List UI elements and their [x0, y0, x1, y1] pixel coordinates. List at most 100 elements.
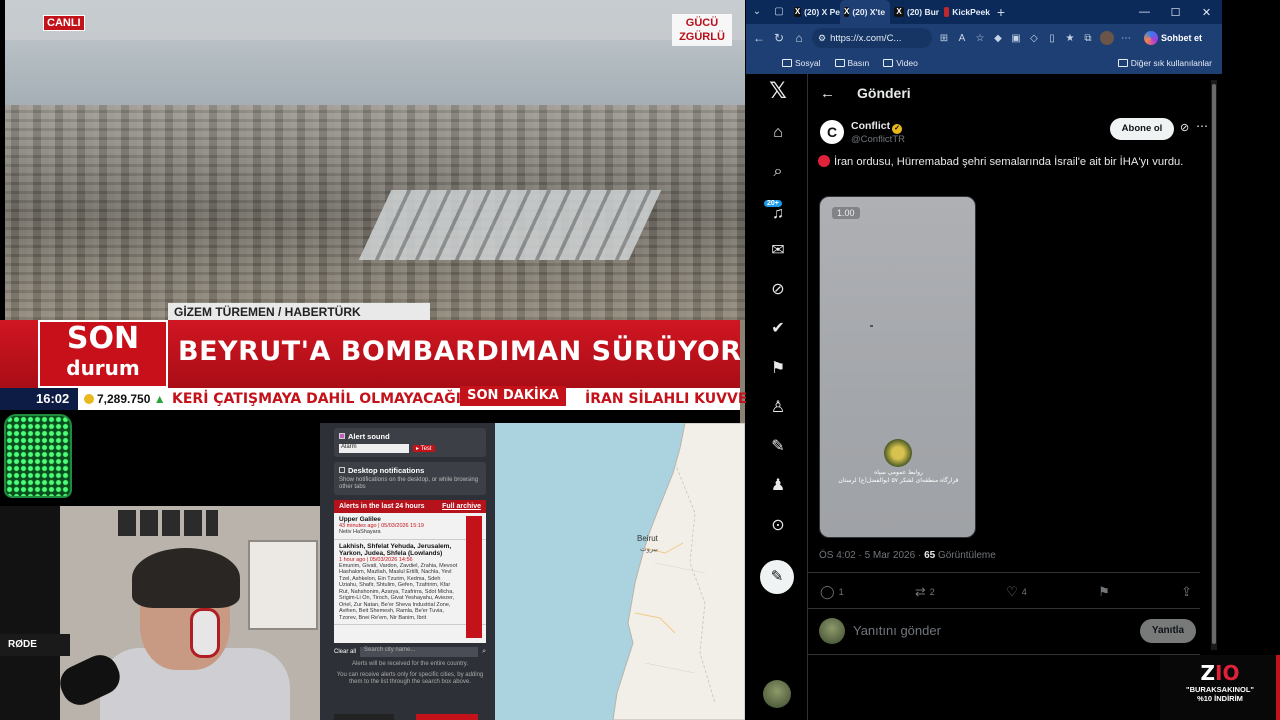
bist-value: 7,289.750	[97, 392, 151, 406]
post-meta: ÖS 4:02 · 5 Mar 2026 · 65 Görüntüleme	[819, 550, 996, 561]
other-bookmarks[interactable]: Diğer sık kullanılanlar	[1117, 58, 1212, 68]
desktop-notifications-checkbox[interactable]	[339, 467, 345, 473]
reply-input[interactable]: Yanıtını gönder	[853, 623, 941, 638]
premium-icon[interactable]: ♙	[768, 398, 788, 418]
articles-icon[interactable]: ✎	[768, 437, 788, 457]
clear-all-button[interactable]: Clear all	[334, 649, 356, 655]
verified-orgs-icon[interactable]: ✔	[768, 319, 788, 339]
sponsor-brand-accent: IO	[1215, 661, 1240, 685]
notifications-icon[interactable]: ♫	[768, 204, 788, 224]
profile-avatar[interactable]	[1100, 31, 1114, 45]
tab-x-1[interactable]: X (20) X Pe	[790, 0, 840, 24]
minimize-icon[interactable]: —	[1129, 6, 1160, 19]
bookmarks-bar: Sosyal Basın Video Diğer sık kullanılanl…	[746, 52, 1222, 74]
alerts-bottom-buttons	[334, 714, 486, 720]
extension-icon[interactable]: ◇	[1028, 33, 1040, 44]
x-logo-icon[interactable]: 𝕏	[768, 81, 788, 103]
scrollbar-thumb[interactable]	[1212, 84, 1216, 644]
back-arrow-icon[interactable]: ←	[820, 85, 835, 102]
favorite-star-icon[interactable]: ☆	[974, 33, 986, 44]
tab-actions-icon[interactable]: ⌄	[746, 0, 768, 24]
screen: CANLI GÜCÜ ZGÜRLÜ GİZEM TÜREMEN / HABERT…	[0, 0, 1280, 720]
address-bar: ← ↻ ⌂ ⚙ https://x.com/C... ⊞ A ☆ ◆ ▣ ◇ ▯…	[746, 24, 1222, 52]
split-screen-icon[interactable]: ⊞	[938, 33, 950, 44]
repost-icon: ⇄	[914, 584, 926, 599]
post-timestamp[interactable]: ÖS 4:02 · 5 Mar 2026 ·	[819, 550, 924, 561]
repost-button[interactable]: ⇄ 2	[915, 584, 935, 600]
more-options-icon[interactable]: ⋯	[1196, 119, 1208, 133]
subscribe-button[interactable]: Abone ol	[1110, 118, 1174, 140]
like-button[interactable]: ♡ 4	[1006, 584, 1027, 600]
maximize-icon[interactable]: ☐	[1160, 6, 1191, 19]
back-icon[interactable]: ←	[752, 31, 766, 45]
post-text: İran ordusu, Hürremabad şehri semalarınd…	[818, 154, 1198, 171]
tab-x-3[interactable]: X (20) Bur	[890, 0, 940, 24]
page-title: Gönderi	[857, 85, 911, 101]
sidebar-icon[interactable]: ▯	[1046, 33, 1058, 44]
reply-icon: ◯	[820, 584, 835, 599]
promo-code: "BURAKSAKINOL"	[1186, 685, 1254, 694]
test-button[interactable]: ▸ Test	[413, 445, 435, 452]
right-margin	[1222, 0, 1280, 720]
reply-button[interactable]: ◯ 1	[820, 584, 844, 600]
home-icon[interactable]: ⌂	[792, 31, 806, 45]
full-archive-link[interactable]: Full archive	[442, 503, 481, 510]
x-favicon-icon: X	[794, 7, 802, 17]
copilot-icon	[1144, 31, 1158, 45]
bottom-button-red[interactable]	[415, 714, 478, 720]
desktop-notifications-label: Desktop notifications	[348, 466, 425, 475]
alert-sound-checkbox[interactable]	[339, 433, 345, 439]
tab-kickpeek[interactable]: KickPeek	[940, 0, 990, 24]
share-icon: ⇪	[1181, 584, 1192, 599]
more-icon[interactable]: ⊙	[768, 516, 788, 536]
alert-panel: Alert sound Alarm ▸ Test Desktop notific…	[334, 428, 486, 720]
grok-icon[interactable]: ⊘	[768, 280, 788, 300]
reply-submit-button[interactable]: Yanıtla	[1140, 619, 1196, 643]
collections-icon[interactable]: ⧉	[1082, 33, 1094, 44]
list-item[interactable]: Upper Galilee 43 minutes ago | 05/03/202…	[334, 513, 486, 540]
list-item[interactable]: Lakhish, Shfelat Yehuda, Jerusalem, Yark…	[334, 540, 486, 625]
url-field[interactable]: ⚙ https://x.com/C...	[812, 28, 932, 48]
x-favicon-icon: X	[844, 7, 850, 17]
search-icon[interactable]: ⌕	[768, 162, 788, 182]
close-window-icon[interactable]: ✕	[1191, 6, 1222, 19]
map-label-beirut: Beirut	[637, 534, 658, 543]
tab-x-active[interactable]: X(20) X'te✕	[840, 0, 890, 24]
copilot-chat-button[interactable]: Sohbet et	[1144, 31, 1202, 45]
extension-icon[interactable]: ◆	[992, 33, 1004, 44]
reply-avatar	[819, 618, 845, 644]
favorites-icon[interactable]: ★	[1064, 33, 1076, 44]
solar-panels	[358, 190, 662, 260]
lebanon-map[interactable]	[495, 423, 745, 720]
author-handle[interactable]: @ConflictTR	[851, 134, 905, 145]
site-info-icon[interactable]: ⚙	[818, 33, 826, 44]
bookmark-button[interactable]: ⚑	[1098, 584, 1110, 600]
alert-sound-select[interactable]: Alarm	[339, 444, 409, 453]
bookmarks-icon[interactable]: ⚑	[768, 359, 788, 379]
extension-icon[interactable]: ▣	[1010, 33, 1022, 44]
account-avatar[interactable]	[763, 680, 791, 708]
compose-post-button[interactable]: ✎	[760, 560, 794, 594]
profile-icon[interactable]: ♟	[768, 476, 788, 496]
bookmark-folder-sosyal[interactable]: Sosyal	[782, 58, 821, 68]
home-icon[interactable]: ⌂	[768, 123, 788, 143]
heart-icon: ♡	[1006, 584, 1018, 599]
workspaces-icon[interactable]: ▢	[768, 0, 790, 24]
search-icon[interactable]: ⌕	[482, 648, 486, 656]
post-video[interactable]: 1.00 روابط عمومی سپاه قرارگاه منطقه‌ای ل…	[819, 196, 976, 538]
read-aloud-icon[interactable]: A	[956, 33, 968, 44]
bookmark-folder-video[interactable]: Video	[883, 58, 918, 68]
bookmark-folder-basin[interactable]: Basın	[834, 58, 869, 68]
author-name-row[interactable]: Conflict ✓	[851, 120, 903, 134]
bottom-button-dark[interactable]	[334, 714, 394, 720]
notification-count-badge: 20+	[764, 200, 782, 207]
new-tab-icon[interactable]: +	[990, 0, 1012, 24]
menu-icon[interactable]: ⋯	[1120, 33, 1132, 44]
share-button[interactable]: ⇪	[1181, 584, 1192, 600]
city-search-input[interactable]: Search city name...	[360, 647, 479, 657]
folder-icon	[782, 59, 792, 67]
messages-icon[interactable]: ✉	[768, 241, 788, 261]
author-avatar[interactable]: C	[820, 120, 844, 144]
grok-explain-icon[interactable]: ⊘	[1180, 121, 1189, 134]
refresh-icon[interactable]: ↻	[772, 31, 786, 45]
